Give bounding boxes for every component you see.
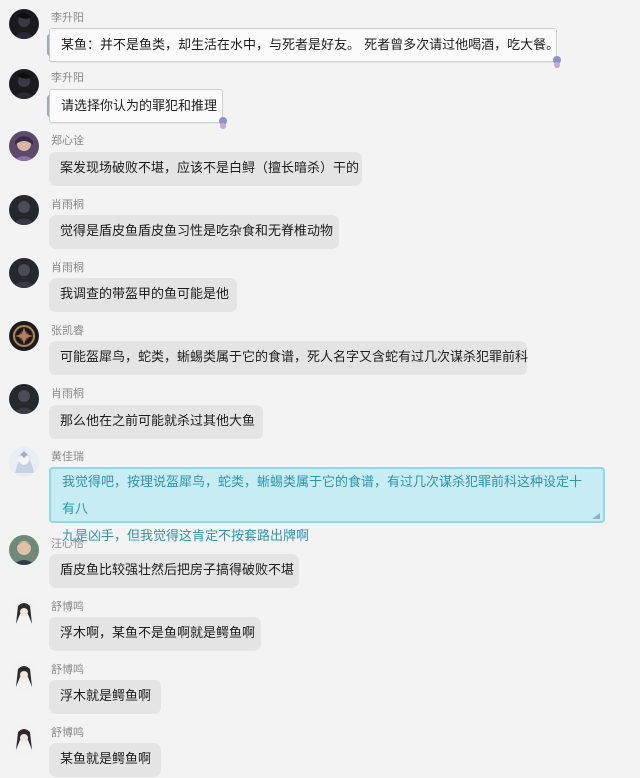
sender-name: 李升阳	[51, 11, 84, 24]
message-text: 可能盔犀鸟，蛇类，蜥蜴类属于它的食谱，死人名字又含蛇有过几次谋杀犯罪前科	[60, 350, 529, 365]
message-text: 我调查的带盔甲的鱼可能是他	[60, 287, 230, 302]
message-text: 盾皮鱼比较强壮然后把房子搞得破败不堪	[60, 563, 295, 578]
message-bubble[interactable]: 某鱼：并不是鱼类，却生活在水中，与死者是好友。 死者曾多次请过他喝酒，吃大餐。	[47, 28, 561, 68]
avatar[interactable]	[9, 598, 39, 628]
message-text: 某鱼：并不是鱼类，却生活在水中，与死者是好友。 死者曾多次请过他喝酒，吃大餐。	[61, 38, 560, 53]
sender-name: 舒博鸣	[51, 726, 84, 739]
sender-name: 肖雨桐	[51, 261, 84, 274]
sender-name: 汪心怡	[51, 537, 84, 550]
message-text: 浮木就是鳄鱼啊	[60, 689, 152, 704]
message-bubble[interactable]: 可能盔犀鸟，蛇类，蜥蜴类属于它的食谱，死人名字又含蛇有过几次谋杀犯罪前科	[49, 341, 529, 375]
avatar[interactable]	[9, 131, 39, 161]
message-bubble[interactable]: 那么他在之前可能就杀过其他大鱼	[49, 405, 263, 439]
avatar[interactable]	[9, 69, 39, 99]
message-bubble[interactable]: 我觉得吧，按理说盔犀鸟，蛇类，蜥蜴类属于它的食谱，有过几次谋杀犯罪前科这种设定十…	[49, 467, 605, 544]
message-text-line: 我觉得吧，按理说盔犀鸟，蛇类，蜥蜴类属于它的食谱，有过几次谋杀犯罪前科这种设定十…	[62, 475, 583, 517]
sender-name: 黄佳瑞	[51, 450, 84, 463]
avatar[interactable]	[9, 535, 39, 565]
sender-name: 肖雨桐	[51, 387, 84, 400]
message-bubble[interactable]: 请选择你认为的罪犯和推理	[47, 89, 227, 129]
avatar[interactable]	[9, 9, 39, 39]
sender-name: 张凯睿	[51, 324, 84, 337]
avatar[interactable]	[9, 195, 39, 225]
avatar[interactable]	[9, 384, 39, 414]
avatar[interactable]	[9, 321, 39, 351]
message-text: 那么他在之前可能就杀过其他大鱼	[60, 414, 256, 429]
avatar[interactable]	[9, 661, 39, 691]
avatar[interactable]	[9, 447, 39, 477]
message-text: 某鱼就是鳄鱼啊	[60, 752, 152, 767]
sender-name: 舒博鸣	[51, 663, 84, 676]
sender-name: 肖雨桐	[51, 198, 84, 211]
message-bubble[interactable]: 浮木就是鳄鱼啊	[49, 680, 161, 714]
message-bubble[interactable]: 浮木啊，某鱼不是鱼啊就是鳄鱼啊	[49, 617, 261, 651]
sender-name: 舒博鸣	[51, 600, 84, 613]
message-bubble[interactable]: 我调查的带盔甲的鱼可能是他	[49, 278, 237, 312]
avatar[interactable]	[9, 724, 39, 754]
message-text: 请选择你认为的罪犯和推理	[61, 99, 218, 114]
message-text: 浮木啊，某鱼不是鱼啊就是鳄鱼啊	[60, 626, 256, 641]
message-text: 案发现场破败不堪，应该不是白鲟（擅长暗杀）干的	[60, 161, 360, 176]
message-bubble[interactable]: 觉得是盾皮鱼盾皮鱼习性是吃杂食和无脊椎动物	[49, 215, 339, 249]
bubble-corner-icon	[592, 513, 600, 519]
avatar[interactable]	[9, 258, 39, 288]
message-bubble[interactable]: 案发现场破败不堪，应该不是白鲟（擅长暗杀）干的	[49, 152, 362, 186]
sender-name: 李升阳	[51, 71, 84, 84]
sender-name: 郑心诠	[51, 134, 84, 147]
message-bubble[interactable]: 盾皮鱼比较强壮然后把房子搞得破败不堪	[49, 554, 299, 588]
message-text: 觉得是盾皮鱼盾皮鱼习性是吃杂食和无脊椎动物	[60, 224, 334, 239]
bubble-charm-icon	[553, 56, 561, 68]
message-bubble[interactable]: 某鱼就是鳄鱼啊	[49, 743, 161, 777]
message-text-line: 九是凶手，但我觉得这肯定不按套路出牌啊	[62, 529, 310, 544]
bubble-charm-icon	[219, 117, 227, 129]
